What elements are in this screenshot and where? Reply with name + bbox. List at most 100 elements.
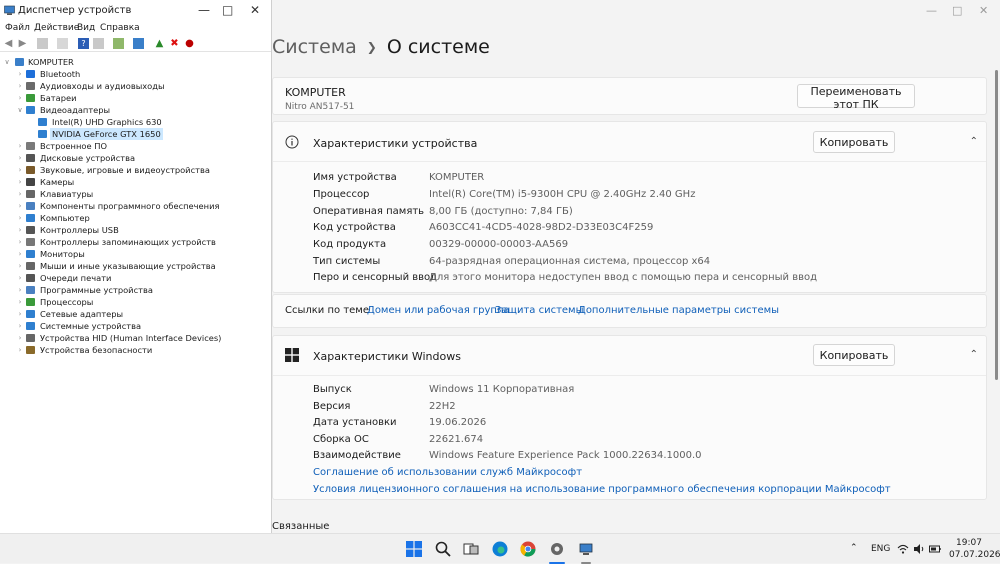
- breadcrumb-parent[interactable]: Система: [272, 36, 357, 58]
- sound-icon: [26, 166, 35, 174]
- expand-icon[interactable]: ›: [16, 320, 24, 332]
- clock-date[interactable]: 07.07.2026: [949, 550, 1000, 560]
- monitor-icon[interactable]: [133, 38, 144, 49]
- expand-icon[interactable]: ›: [16, 152, 24, 164]
- device-header-card: KOMPUTER Nitro AN517-51 Переименовать эт…: [272, 77, 987, 115]
- chevron-up-icon[interactable]: ⌃: [970, 349, 978, 360]
- link-advanced-system-settings[interactable]: Дополнительные параметры системы: [578, 305, 779, 316]
- clock-time[interactable]: 19:07: [956, 538, 982, 548]
- maximize-icon[interactable]: □: [222, 3, 233, 17]
- search-icon[interactable]: [435, 541, 451, 557]
- expand-icon[interactable]: ›: [16, 272, 24, 284]
- copy-device-specs-button[interactable]: Копировать: [813, 131, 895, 153]
- expand-icon[interactable]: ›: [16, 212, 24, 224]
- expand-icon[interactable]: ›: [16, 188, 24, 200]
- windows-logo-icon: [285, 348, 299, 362]
- link-domain-workgroup[interactable]: Домен или рабочая группа: [367, 305, 510, 316]
- computer-icon: [15, 58, 24, 66]
- window-title: Диспетчер устройств: [18, 5, 132, 16]
- expand-icon[interactable]: ›: [16, 248, 24, 260]
- expand-icon[interactable]: ›: [16, 92, 24, 104]
- device-specs-header[interactable]: Характеристики устройства Копировать ⌃: [273, 122, 986, 162]
- maximize-icon[interactable]: □: [952, 4, 962, 17]
- device-manager-titlebar[interactable]: Диспетчер устройств — □ ✕: [0, 0, 271, 21]
- task-view-icon[interactable]: [463, 541, 479, 557]
- rename-pc-button[interactable]: Переименовать этот ПК: [797, 84, 915, 111]
- settings-gear-icon[interactable]: [549, 541, 565, 557]
- device-manager-taskbar-icon[interactable]: [578, 541, 594, 557]
- processor-icon: [26, 298, 35, 306]
- device-manager-icon: [4, 5, 15, 15]
- software-device-icon: [26, 286, 35, 294]
- expand-icon[interactable]: ›: [16, 224, 24, 236]
- camera-icon: [26, 178, 35, 186]
- windows-specs-title: Характеристики Windows: [313, 350, 461, 363]
- update-driver-icon[interactable]: ▲: [154, 38, 165, 49]
- properties-icon[interactable]: [57, 38, 68, 49]
- expand-icon[interactable]: ∨: [3, 56, 11, 68]
- edge-icon[interactable]: [492, 541, 508, 557]
- minimize-icon[interactable]: —: [926, 4, 937, 17]
- copy-windows-specs-button[interactable]: Копировать: [813, 344, 895, 366]
- volume-icon[interactable]: [913, 543, 925, 555]
- menu-action[interactable]: Действие: [34, 23, 79, 33]
- menu-view[interactable]: Вид: [77, 23, 95, 33]
- scan-hardware-icon[interactable]: [113, 38, 124, 49]
- wifi-icon[interactable]: [897, 543, 909, 555]
- device-specs-title: Характеристики устройства: [313, 137, 478, 150]
- mouse-icon: [26, 262, 35, 270]
- related-links-bar: Ссылки по теме Домен или рабочая группа …: [272, 294, 987, 328]
- chrome-icon[interactable]: [520, 541, 536, 557]
- close-icon[interactable]: ✕: [979, 4, 988, 17]
- start-button-icon[interactable]: [406, 541, 422, 557]
- chevron-up-icon[interactable]: ⌃: [970, 136, 978, 147]
- expand-icon[interactable]: ›: [16, 284, 24, 296]
- language-indicator[interactable]: ENG: [871, 544, 890, 554]
- expand-icon[interactable]: ›: [16, 140, 24, 152]
- info-icon: [285, 135, 299, 149]
- network-adapter-icon: [26, 310, 35, 318]
- page-title: О системе: [386, 36, 490, 58]
- show-hide-console-icon[interactable]: [37, 38, 48, 49]
- chevron-up-icon[interactable]: ⌃: [850, 543, 858, 553]
- expand-icon[interactable]: ›: [16, 236, 24, 248]
- expand-icon[interactable]: ›: [16, 260, 24, 272]
- link-microsoft-services-agreement[interactable]: Соглашение об использовании служб Майкро…: [313, 467, 582, 478]
- scrollbar[interactable]: [995, 70, 998, 380]
- view-icon[interactable]: [93, 38, 104, 49]
- uninstall-icon[interactable]: ✖: [169, 38, 180, 49]
- menu-help[interactable]: Справка: [100, 23, 140, 33]
- windows-specs-card: Характеристики Windows Копировать ⌃ Выпу…: [272, 335, 987, 500]
- chevron-right-icon: ❯: [366, 40, 377, 54]
- menu-file[interactable]: Файл: [5, 23, 30, 33]
- expand-icon[interactable]: ›: [16, 332, 24, 344]
- windows-specs-header[interactable]: Характеристики Windows Копировать ⌃: [273, 336, 986, 376]
- expand-icon[interactable]: ›: [16, 344, 24, 356]
- expand-icon[interactable]: ›: [16, 164, 24, 176]
- expand-icon[interactable]: ›: [16, 308, 24, 320]
- related-links-label: Ссылки по теме: [285, 305, 369, 316]
- expand-icon[interactable]: ›: [16, 68, 24, 80]
- back-arrow-icon[interactable]: ◀: [3, 38, 14, 49]
- battery-icon: [26, 94, 35, 102]
- disk-icon: [26, 154, 35, 162]
- expand-icon[interactable]: ›: [16, 176, 24, 188]
- menu-bar: Файл Действие Вид Справка: [0, 21, 271, 36]
- help-icon[interactable]: ?: [78, 38, 89, 49]
- link-system-protection[interactable]: Защита системы: [495, 305, 584, 316]
- forward-arrow-icon[interactable]: ▶: [17, 38, 28, 49]
- minimize-icon[interactable]: —: [198, 3, 210, 17]
- display-adapter-icon: [26, 106, 35, 114]
- close-icon[interactable]: ✕: [250, 3, 260, 17]
- collapse-icon[interactable]: ∨: [16, 104, 24, 116]
- download-icon[interactable]: ●: [184, 38, 195, 49]
- battery-icon[interactable]: [929, 543, 941, 555]
- expand-icon[interactable]: ›: [16, 200, 24, 212]
- link-license-terms[interactable]: Условия лицензионного соглашения на испо…: [313, 484, 891, 495]
- firmware-icon: [26, 142, 35, 150]
- system-device-icon: [26, 322, 35, 330]
- expand-icon[interactable]: ›: [16, 296, 24, 308]
- usb-icon: [26, 226, 35, 234]
- expand-icon[interactable]: ›: [16, 80, 24, 92]
- security-device-icon: [26, 346, 35, 354]
